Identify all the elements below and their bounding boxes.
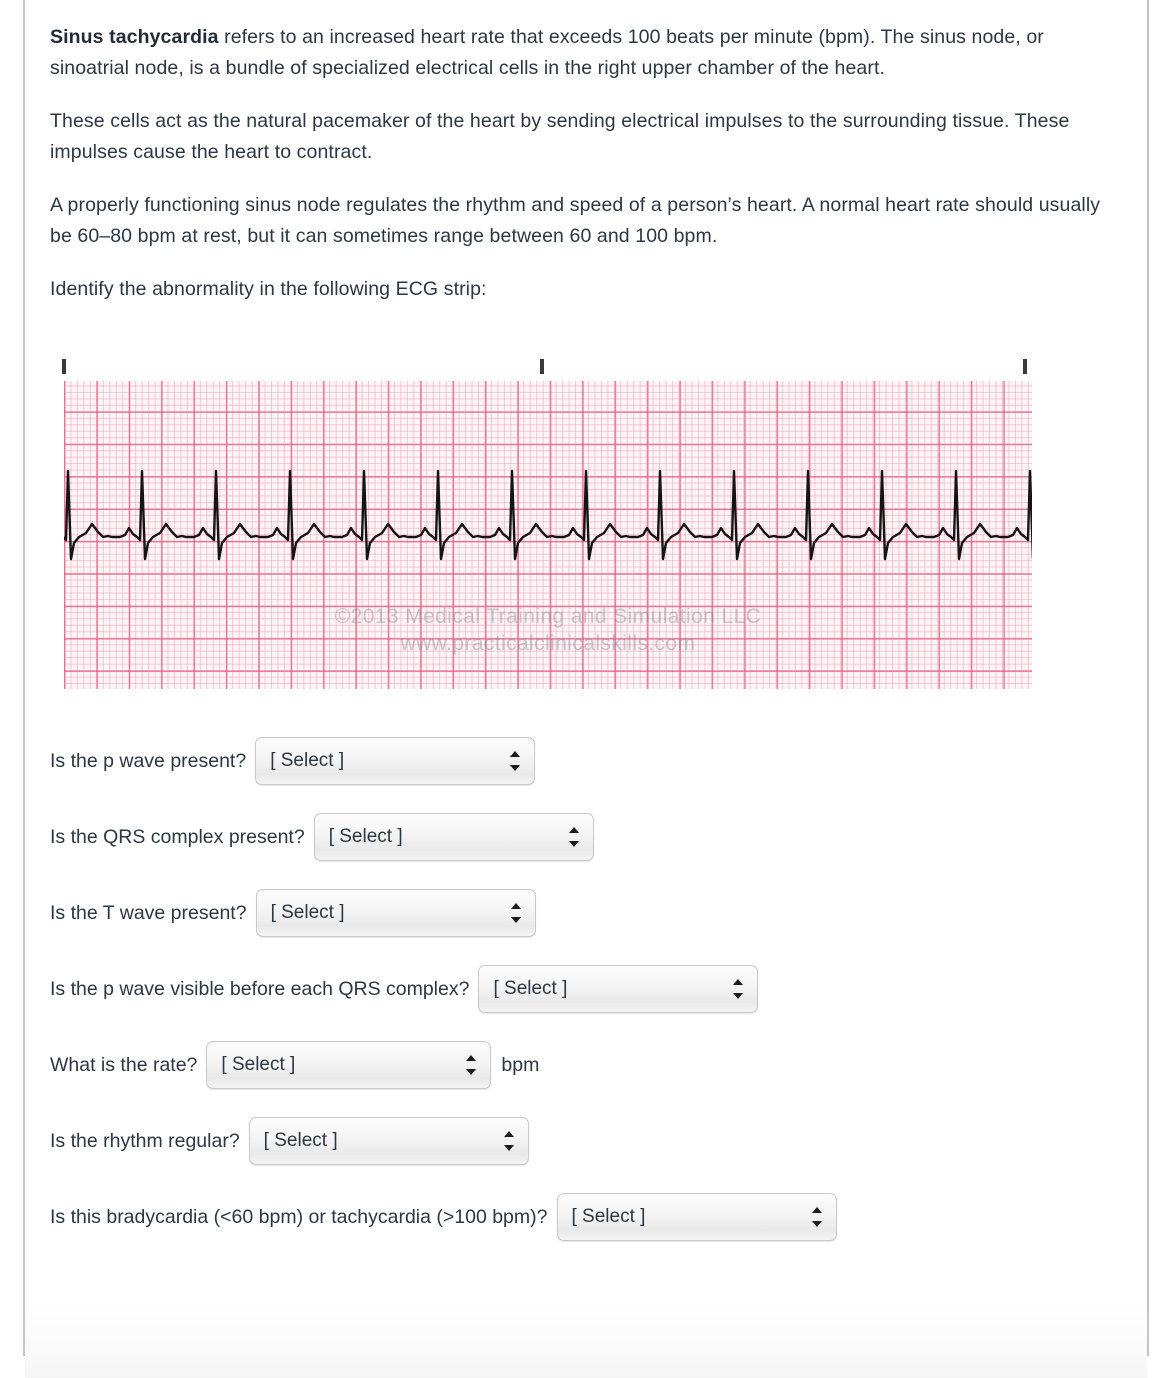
select-updown-arrows-icon[interactable] (733, 978, 744, 1000)
page-root: Sinus tachycardia refers to an increased… (0, 0, 1164, 1378)
question-row: Is the p wave present? [ Select ] (50, 737, 1110, 785)
answer-select-value: [ Select ] (328, 826, 403, 847)
ecg-grid-paper: ©2013 Medical Training and Simulation LL… (64, 381, 1032, 689)
answer-select-value: [ Select ] (270, 750, 345, 771)
select-updown-arrows-icon[interactable] (503, 1130, 515, 1152)
question-row: Is this bradycardia (<60 bpm) or tachyca… (50, 1193, 1110, 1241)
question-suffix: bpm (501, 1054, 540, 1076)
paragraph-normal-rate: A properly functioning sinus node regula… (50, 194, 1101, 247)
answer-select[interactable]: [ Select ] (556, 1193, 837, 1241)
ecg-calibration-ticks (50, 355, 1030, 381)
question-row: Is the QRS complex present? [ Select ] (50, 813, 1110, 861)
select-updown-arrows-icon[interactable] (466, 1054, 477, 1076)
question-label: Is the QRS complex present? (50, 826, 305, 848)
page-footer (25, 1300, 1147, 1378)
answer-select-value: [ Select ] (571, 1206, 646, 1227)
select-updown-arrows-icon[interactable] (510, 902, 522, 924)
answer-select-value: [ Select ] (221, 1054, 296, 1075)
calibration-tick-icon (62, 359, 66, 374)
question-label: Is the rhythm regular? (50, 1130, 240, 1152)
question-row: What is the rate? [ Select ] bpm (50, 1041, 1110, 1089)
answer-select-value: [ Select ] (270, 902, 345, 923)
ecg-strip: ©2013 Medical Training and Simulation LL… (50, 355, 1032, 695)
page-left-rule (23, 0, 25, 1356)
answer-select-value: [ Select ] (493, 978, 568, 999)
question-label: Is the p wave visible before each QRS co… (50, 978, 470, 1000)
select-updown-arrows-icon[interactable] (568, 826, 580, 848)
select-updown-arrows-icon[interactable] (811, 1206, 823, 1228)
question-list: Is the p wave present?[ Select ] Is the Q… (50, 737, 1110, 1241)
term-sinus-tachycardia: Sinus tachycardia (50, 26, 219, 48)
calibration-tick-icon (540, 359, 544, 374)
answer-select[interactable]: [ Select ] (478, 965, 759, 1013)
answer-select[interactable]: [ Select ] (206, 1041, 492, 1089)
question-row: Is the T wave present? [ Select ] (50, 889, 1110, 937)
question-label: Is the p wave present? (50, 750, 247, 772)
answer-select[interactable]: [ Select ] (248, 1117, 529, 1165)
question-row: Is the rhythm regular? [ Select ] (50, 1117, 1110, 1165)
paragraph-instruction: Identify the abnormality in the followin… (50, 278, 487, 300)
answer-select[interactable]: [ Select ] (255, 737, 536, 785)
answer-select[interactable]: [ Select ] (255, 889, 536, 937)
content-column: Sinus tachycardia refers to an increased… (50, 22, 1110, 1269)
calibration-tick-icon (1023, 359, 1027, 374)
answer-select[interactable]: [ Select ] (313, 813, 594, 861)
question-label: What is the rate? (50, 1054, 198, 1076)
answer-select-value: [ Select ] (263, 1130, 338, 1151)
question-row: Is the p wave visible before each QRS co… (50, 965, 1110, 1013)
question-label: Is the T wave present? (50, 902, 247, 924)
paragraph-definition: Sinus tachycardia refers to an increased… (50, 22, 1110, 84)
paragraph-pacemaker: These cells act as the natural pacemaker… (50, 110, 1070, 163)
question-label: Is this bradycardia (<60 bpm) or tachyca… (50, 1206, 548, 1228)
select-updown-arrows-icon[interactable] (510, 750, 521, 772)
page-right-rule (1147, 0, 1149, 1356)
ecg-waveform (64, 469, 1032, 561)
